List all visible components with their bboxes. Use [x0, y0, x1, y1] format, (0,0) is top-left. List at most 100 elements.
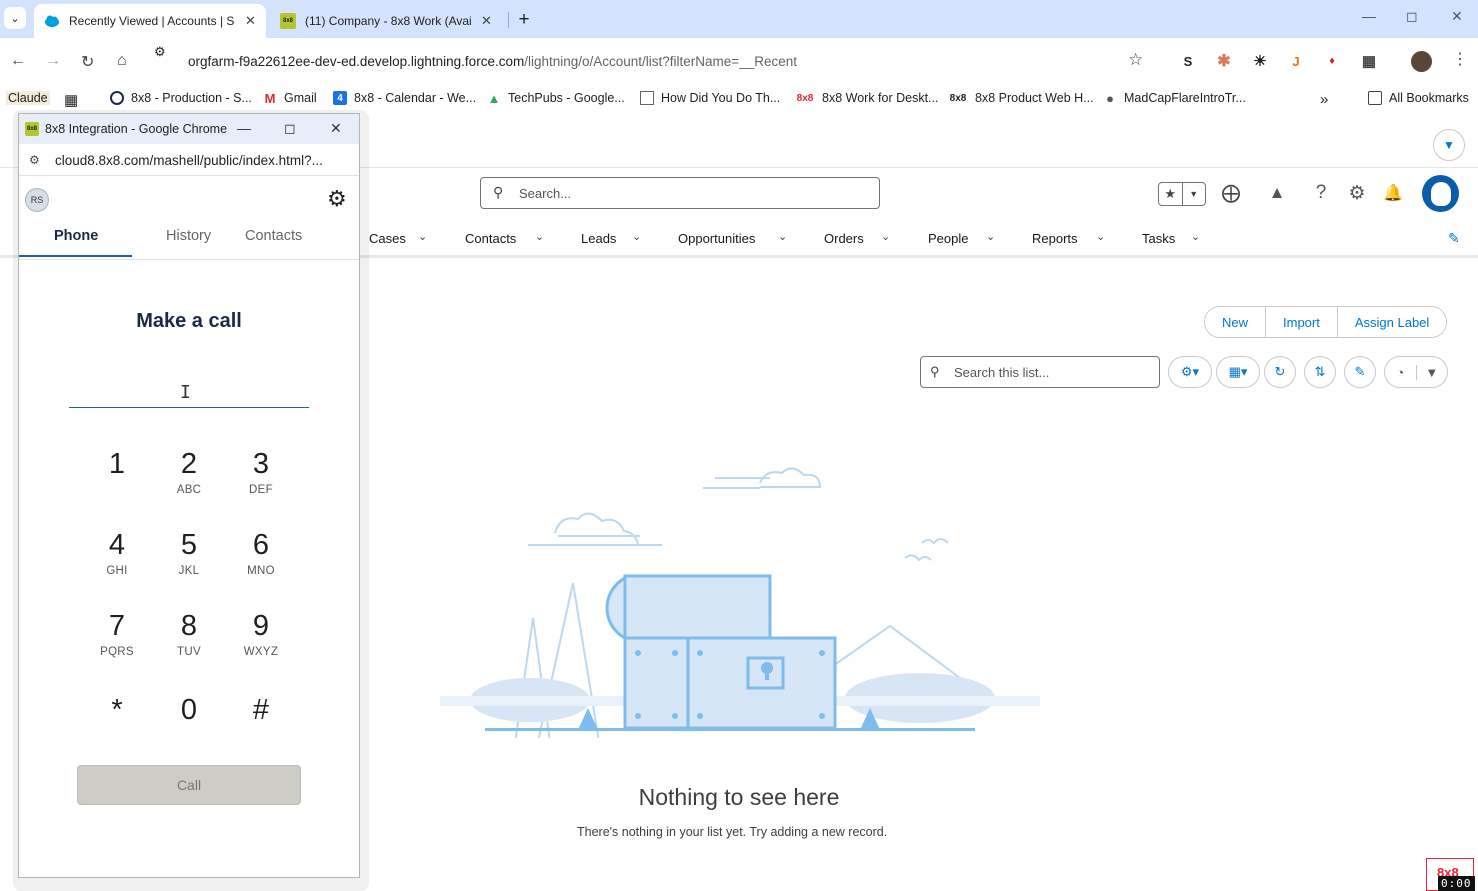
dialpad-key-7[interactable]: 7 PQRS — [87, 608, 147, 678]
dialpad-key-6[interactable]: 6 MNO — [231, 527, 291, 597]
favorites-button[interactable]: ★ ▼ — [1158, 182, 1206, 206]
bookmark-techpubs[interactable]: ▲ TechPubs - Google... — [487, 91, 625, 106]
setup-gear-icon[interactable]: ⚙ — [1344, 180, 1370, 206]
dialpad-key-1[interactable]: 1 — [87, 446, 147, 516]
reload-icon[interactable]: ↻ — [81, 52, 94, 72]
home-icon[interactable]: ⌂ — [117, 52, 127, 70]
settings-gear-icon[interactable]: ⚙ — [327, 186, 347, 212]
chevron-down-icon[interactable]: ⌄ — [418, 230, 427, 243]
minimize-window-icon[interactable]: — — [1362, 8, 1376, 24]
chevron-down-icon[interactable]: ⌄ — [986, 230, 995, 243]
nav-item-orders[interactable]: Orders — [824, 231, 864, 246]
dialpad-key-0[interactable]: 0 — [159, 692, 219, 762]
bookmark-8x8-calendar[interactable]: 4 8x8 - Calendar - We... — [333, 91, 476, 105]
user-avatar[interactable] — [1422, 175, 1459, 212]
tab-search-chevron-icon[interactable]: ⌄ — [4, 7, 26, 29]
trailhead-icon[interactable]: ▲ — [1264, 180, 1290, 206]
chevron-down-icon[interactable]: ⌄ — [632, 230, 641, 243]
bookmark-claude[interactable]: Claude — [6, 91, 50, 105]
refresh-icon[interactable]: ↻ — [1264, 356, 1296, 388]
nav-item-reports[interactable]: Reports — [1032, 231, 1078, 246]
chevron-down-icon[interactable]: ⌄ — [881, 230, 890, 243]
global-actions-plus-icon[interactable]: ⨁ — [1218, 180, 1244, 206]
edit-nav-pencil-icon[interactable]: ✎ — [1448, 230, 1460, 247]
display-as-table-icon[interactable]: ▦▾ — [1216, 356, 1260, 388]
dialpad-key-2[interactable]: 2 ABC — [159, 446, 219, 516]
popup-address-bar[interactable]: ⚙ cloud8.8x8.com/mashell/public/index.ht… — [19, 144, 359, 176]
dialpad-key-4[interactable]: 4 GHI — [87, 527, 147, 597]
address-bar[interactable]: ⚙ orgfarm-f9a22612ee-dev-ed.develop.ligh… — [154, 44, 1164, 78]
bookmark-8x8-production[interactable]: 8x8 - Production - S... — [110, 91, 252, 105]
favorites-dropdown-icon[interactable]: ▼ — [1181, 183, 1206, 205]
more-bookmarks-chevron-icon[interactable]: » — [1320, 91, 1328, 108]
user-initials-avatar[interactable]: RS — [25, 188, 49, 212]
forward-arrow-icon[interactable]: → — [45, 52, 61, 70]
global-search-input[interactable]: ⚲ Search... — [480, 177, 880, 209]
close-window-icon[interactable]: ✕ — [1451, 8, 1463, 25]
dropdown-chevron-icon[interactable]: ▼ — [1433, 129, 1465, 161]
extension-s-icon[interactable]: S — [1179, 52, 1197, 70]
popup-maximize-icon[interactable]: ◻ — [284, 120, 296, 137]
nav-item-contacts[interactable]: Contacts — [465, 231, 516, 246]
profile-avatar[interactable] — [1411, 51, 1432, 72]
bookmark-madcap[interactable]: ● MadCapFlareIntroTr... — [1103, 91, 1246, 106]
bookmark-how-did-you[interactable]: How Did You Do Th... — [640, 91, 780, 105]
list-settings-gear-icon[interactable]: ⚙▾ — [1168, 356, 1212, 388]
extension-red-icon[interactable]: ♦ — [1323, 52, 1341, 70]
favorites-star-icon[interactable]: ★ — [1159, 183, 1182, 205]
nav-item-tasks[interactable]: Tasks — [1142, 231, 1175, 246]
close-tab-icon[interactable]: ✕ — [245, 13, 256, 29]
nav-item-leads[interactable]: Leads — [581, 231, 616, 246]
tab-history[interactable]: History — [166, 228, 211, 244]
tab-recently-viewed-accounts[interactable]: Recently Viewed | Accounts | Sa ✕ — [34, 4, 266, 38]
help-icon[interactable]: ? — [1308, 180, 1334, 206]
close-tab-icon[interactable]: ✕ — [481, 13, 492, 29]
dialpad-key-3[interactable]: 3 DEF — [231, 446, 291, 516]
back-arrow-icon[interactable]: ← — [10, 52, 26, 70]
edit-list-pencil-icon[interactable]: ✎ — [1344, 356, 1376, 388]
nav-item-people[interactable]: People — [928, 231, 968, 246]
call-button[interactable]: Call — [77, 765, 301, 805]
apps-grid-icon[interactable]: ▦ — [64, 91, 78, 109]
extension-j-icon[interactable]: J — [1287, 52, 1305, 70]
list-search-input[interactable]: ⚲ Search this list... — [920, 356, 1160, 388]
list-search-placeholder: Search this list... — [954, 365, 1050, 380]
assign-label-button[interactable]: Assign Label — [1336, 307, 1447, 337]
chrome-menu-icon[interactable]: ⋮ — [1452, 49, 1468, 69]
popup-minimize-icon[interactable]: — — [237, 120, 251, 136]
chart-pie-icon[interactable]: ◔ — [1385, 365, 1416, 380]
bookmark-8x8-product-web[interactable]: 8x8 8x8 Product Web H... — [948, 91, 1094, 105]
chevron-down-icon[interactable]: ⌄ — [778, 230, 787, 243]
dialpad-key-5[interactable]: 5 JKL — [159, 527, 219, 597]
dialpad-key-star[interactable]: * — [87, 692, 147, 762]
bookmark-8x8-work-desktop[interactable]: 8x8 8x8 Work for Deskt... — [795, 91, 939, 105]
new-tab-plus-icon[interactable]: + — [512, 8, 536, 32]
tab-phone[interactable]: Phone — [54, 228, 98, 244]
tab-contacts[interactable]: Contacts — [245, 228, 302, 244]
claude-extension-icon[interactable]: ✱ — [1215, 52, 1233, 70]
tab-8x8-work[interactable]: 8x8 (11) Company - 8x8 Work (Avail ✕ — [270, 4, 506, 38]
dialpad-key-9[interactable]: 9 WXYZ — [231, 608, 291, 678]
all-bookmarks[interactable]: All Bookmarks — [1368, 91, 1469, 105]
dialpad-key-hash[interactable]: # — [231, 692, 291, 762]
extensions-puzzle-icon[interactable]: ▦ — [1360, 52, 1378, 70]
nav-item-opportunities[interactable]: Opportunities — [678, 231, 755, 246]
filter-funnel-icon[interactable]: ▼ — [1415, 364, 1448, 380]
circle-icon — [110, 91, 124, 105]
import-button[interactable]: Import — [1265, 307, 1337, 337]
sort-arrows-icon[interactable]: ⇅ — [1304, 356, 1336, 388]
bookmark-gmail[interactable]: M Gmail — [263, 91, 317, 106]
bookmark-star-icon[interactable]: ☆ — [1128, 50, 1143, 70]
chevron-down-icon[interactable]: ⌄ — [1191, 230, 1200, 243]
nav-item-cases[interactable]: Cases — [369, 231, 406, 246]
dialpad-key-8[interactable]: 8 TUV — [159, 608, 219, 678]
site-settings-icon[interactable]: ⚙ — [154, 44, 166, 59]
extension-sun-icon[interactable]: ☀ — [1251, 52, 1269, 70]
new-button[interactable]: New — [1205, 307, 1266, 337]
chevron-down-icon[interactable]: ⌄ — [535, 230, 544, 243]
maximize-window-icon[interactable]: ◻ — [1406, 8, 1418, 25]
popup-close-icon[interactable]: ✕ — [330, 120, 342, 137]
chevron-down-icon[interactable]: ⌄ — [1096, 230, 1105, 243]
notifications-bell-icon[interactable]: 🔔 — [1380, 180, 1406, 206]
site-settings-icon[interactable]: ⚙ — [29, 153, 40, 167]
